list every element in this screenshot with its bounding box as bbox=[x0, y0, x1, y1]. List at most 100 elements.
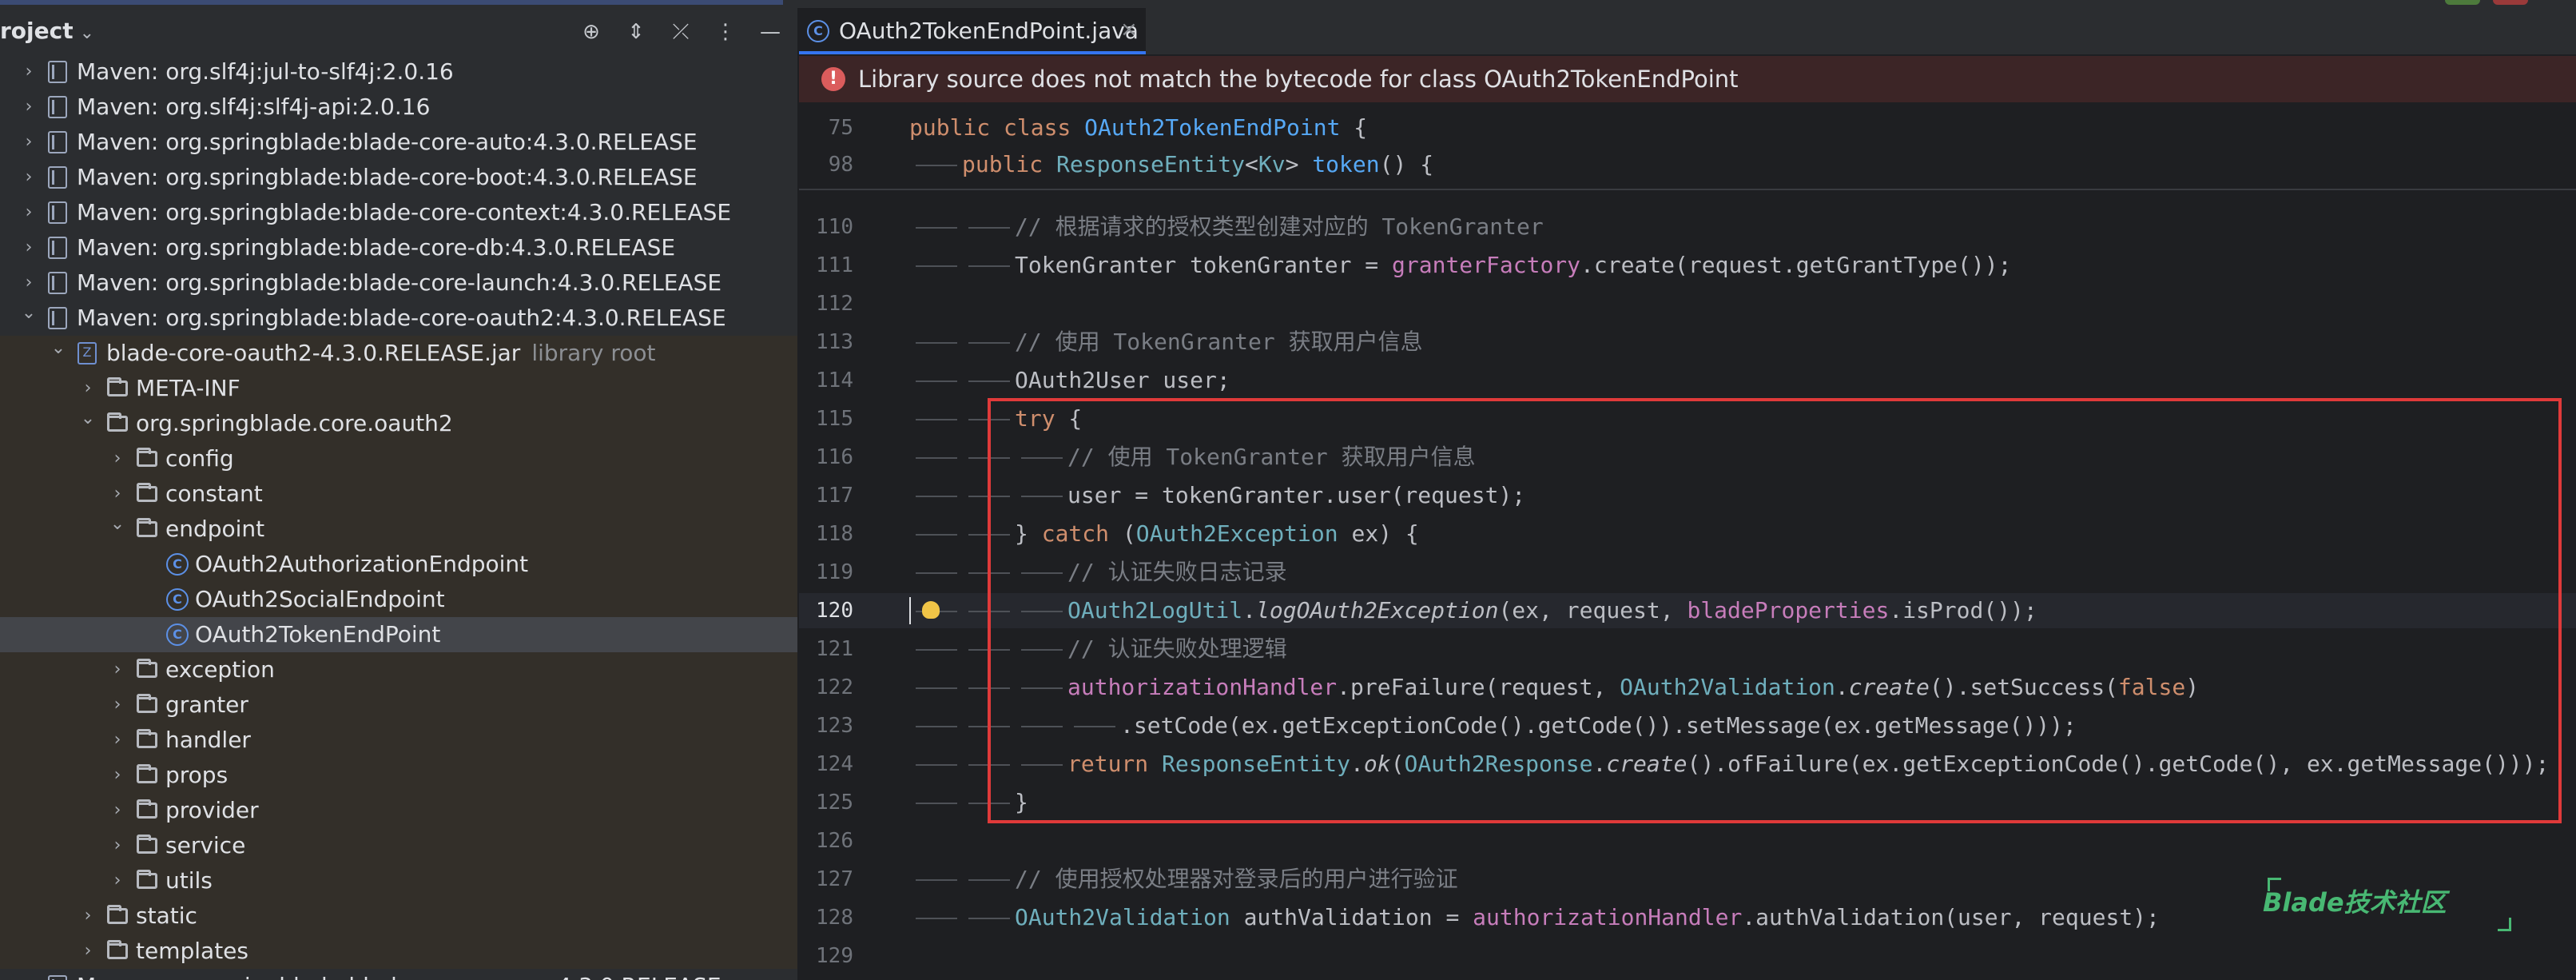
chevron-right-icon[interactable]: › bbox=[18, 90, 40, 125]
chevron-right-icon[interactable]: › bbox=[106, 758, 129, 793]
code-line[interactable]: 75 public class OAuth2TokenEndPoint { bbox=[799, 110, 2576, 145]
code-line[interactable]: 118} catch (OAuth2Exception ex) { bbox=[799, 516, 2576, 552]
line-number[interactable]: 112 bbox=[799, 286, 853, 321]
chevron-right-icon[interactable]: › bbox=[106, 828, 129, 863]
line-number[interactable]: 116 bbox=[799, 440, 853, 475]
tree-item[interactable]: C OAuth2AuthorizationEndpoint bbox=[0, 547, 797, 582]
tree-item[interactable]: › templates bbox=[0, 934, 797, 969]
tree-item[interactable]: › Maven: org.springblade:blade-core-auto:… bbox=[0, 125, 797, 160]
chevron-right-icon[interactable]: › bbox=[77, 934, 99, 969]
code-line[interactable]: 126 bbox=[799, 823, 2576, 858]
code-line[interactable]: 112 bbox=[799, 286, 2576, 321]
chevron-right-icon[interactable]: › bbox=[106, 441, 129, 476]
code-line[interactable]: 116 // 使用 TokenGranter 获取用户信息 bbox=[799, 440, 2576, 475]
run-indicator[interactable] bbox=[2445, 0, 2480, 5]
line-number[interactable]: 125 bbox=[799, 785, 853, 820]
code-line[interactable]: 123 .setCode(ex.getExceptionCode().getCod… bbox=[799, 708, 2576, 743]
tree-item[interactable]: › static bbox=[0, 898, 797, 934]
tree-item[interactable]: › service bbox=[0, 828, 797, 863]
tree-item[interactable]: › granter bbox=[0, 687, 797, 723]
line-number[interactable]: 127 bbox=[799, 862, 853, 897]
line-number[interactable]: 122 bbox=[799, 670, 853, 705]
tree-item[interactable]: › Maven: org.springblade:blade-core-db:4.… bbox=[0, 230, 797, 265]
code-line[interactable]: 117 user = tokenGranter.user(request); bbox=[799, 478, 2576, 513]
code-line[interactable]: 124 return ResponseEntity.ok(OAuth2Respon… bbox=[799, 747, 2576, 782]
line-number[interactable]: 118 bbox=[799, 516, 853, 552]
expand-all-icon[interactable]: ⇕ bbox=[623, 19, 649, 45]
line-number[interactable]: 119 bbox=[799, 555, 853, 590]
code-line[interactable]: 129 bbox=[799, 938, 2576, 974]
tree-item[interactable]: › META-INF bbox=[0, 371, 797, 406]
tree-item[interactable]: ⌄ org.springblade.core.oauth2 bbox=[0, 406, 797, 441]
tree-item[interactable]: ⌄ endpoint bbox=[0, 512, 797, 547]
tree-item[interactable]: C OAuth2TokenEndPoint bbox=[0, 617, 797, 652]
code-area[interactable]: 75 public class OAuth2TokenEndPoint {98 pu… bbox=[799, 106, 2576, 980]
chevron-right-icon[interactable]: › bbox=[18, 54, 40, 90]
chevron-right-icon[interactable]: › bbox=[18, 969, 40, 980]
line-number[interactable]: 121 bbox=[799, 631, 853, 667]
chevron-right-icon[interactable]: › bbox=[106, 687, 129, 723]
chevron-right-icon[interactable]: › bbox=[106, 652, 129, 687]
tree-item[interactable]: › props bbox=[0, 758, 797, 793]
tree-item[interactable]: C OAuth2SocialEndpoint bbox=[0, 582, 797, 617]
tree-item[interactable]: › Maven: org.slf4j:jul-to-slf4j:2.0.16 bbox=[0, 54, 797, 90]
tree-item[interactable]: › provider bbox=[0, 793, 797, 828]
code-line[interactable]: 114 OAuth2User user; bbox=[799, 363, 2576, 398]
tree-item[interactable]: ⌄ Zblade-core-oauth2-4.3.0.RELEASE.jar lib… bbox=[0, 336, 797, 371]
code-line[interactable]: 111 TokenGranter tokenGranter = granterFa… bbox=[799, 248, 2576, 283]
tree-item[interactable]: › Maven: org.springblade:blade-core-boot:… bbox=[0, 160, 797, 195]
line-number[interactable]: 128 bbox=[799, 900, 853, 935]
tree-item[interactable]: › Maven: org.springblade:blade-core-conte… bbox=[0, 195, 797, 230]
line-number[interactable]: 126 bbox=[799, 823, 853, 858]
line-number[interactable]: 117 bbox=[799, 478, 853, 513]
project-title[interactable]: roject ⌄ bbox=[0, 18, 94, 44]
tree-item[interactable]: › utils bbox=[0, 863, 797, 898]
tree-item[interactable]: › exception bbox=[0, 652, 797, 687]
chevron-down-icon[interactable]: ⌄ bbox=[106, 507, 129, 542]
code-line[interactable]: 121 // 认证失败处理逻辑 bbox=[799, 631, 2576, 667]
sticky-scroll-header[interactable]: 75 public class OAuth2TokenEndPoint {98 pu… bbox=[799, 106, 2576, 190]
tree-item[interactable]: › handler bbox=[0, 723, 797, 758]
line-number[interactable]: 75 bbox=[799, 110, 853, 145]
chevron-right-icon[interactable]: › bbox=[106, 723, 129, 758]
chevron-right-icon[interactable]: › bbox=[77, 898, 99, 934]
collapse-all-icon[interactable]: ⤫ bbox=[668, 19, 694, 45]
code-line[interactable]: 122 authorizationHandler.preFailure(reque… bbox=[799, 670, 2576, 705]
chevron-down-icon[interactable]: ⌄ bbox=[18, 296, 40, 331]
line-number[interactable]: 114 bbox=[799, 363, 853, 398]
chevron-right-icon[interactable]: › bbox=[18, 160, 40, 195]
line-number[interactable]: 113 bbox=[799, 325, 853, 360]
tree-item[interactable]: ⌄ Maven: org.springblade:blade-core-oauth… bbox=[0, 301, 797, 336]
code-line[interactable]: 98 public ResponseEntity<Kv> token() { bbox=[799, 147, 2576, 182]
code-line[interactable]: 119 // 认证失败日志记录 bbox=[799, 555, 2576, 590]
code-line[interactable]: 110 // 根据请求的授权类型创建对应的 TokenGranter bbox=[799, 209, 2576, 245]
line-number[interactable]: 110 bbox=[799, 209, 853, 245]
chevron-right-icon[interactable]: › bbox=[18, 125, 40, 160]
tree-item[interactable]: › Maven: org.slf4j:slf4j-api:2.0.16 bbox=[0, 90, 797, 125]
code-line[interactable]: 113 // 使用 TokenGranter 获取用户信息 bbox=[799, 325, 2576, 360]
lightbulb-icon[interactable] bbox=[922, 601, 940, 619]
line-number[interactable]: 120 bbox=[799, 593, 853, 628]
locate-icon[interactable]: ⊕ bbox=[578, 19, 604, 45]
stop-indicator[interactable] bbox=[2493, 0, 2528, 5]
line-number[interactable]: 115 bbox=[799, 401, 853, 436]
tree-item[interactable]: › config bbox=[0, 441, 797, 476]
chevron-right-icon[interactable]: › bbox=[18, 195, 40, 230]
minimize-icon[interactable]: — bbox=[757, 19, 783, 45]
code-line[interactable]: 125} bbox=[799, 785, 2576, 820]
line-number[interactable]: 98 bbox=[799, 147, 853, 182]
options-icon[interactable]: ⋮ bbox=[713, 19, 738, 45]
tab-oauth2tokenendpoint[interactable]: C OAuth2TokenEndPoint.java × bbox=[799, 8, 1146, 54]
tree-item[interactable]: › Maven: org.springblade:blade-core-secur… bbox=[0, 969, 797, 980]
code-line[interactable]: 120 OAuth2LogUtil.logOAuth2Exception(ex, … bbox=[799, 593, 2576, 628]
chevron-down-icon[interactable]: ⌄ bbox=[47, 331, 70, 366]
chevron-down-icon[interactable]: ⌄ bbox=[77, 401, 99, 436]
line-number[interactable]: 124 bbox=[799, 747, 853, 782]
line-number[interactable]: 123 bbox=[799, 708, 853, 743]
line-number[interactable]: 129 bbox=[799, 938, 853, 974]
code-line[interactable]: 115 try { bbox=[799, 401, 2576, 436]
chevron-right-icon[interactable]: › bbox=[106, 863, 129, 898]
chevron-right-icon[interactable]: › bbox=[18, 230, 40, 265]
chevron-right-icon[interactable]: › bbox=[106, 793, 129, 828]
chevron-down-icon[interactable]: ⌄ bbox=[80, 23, 94, 43]
